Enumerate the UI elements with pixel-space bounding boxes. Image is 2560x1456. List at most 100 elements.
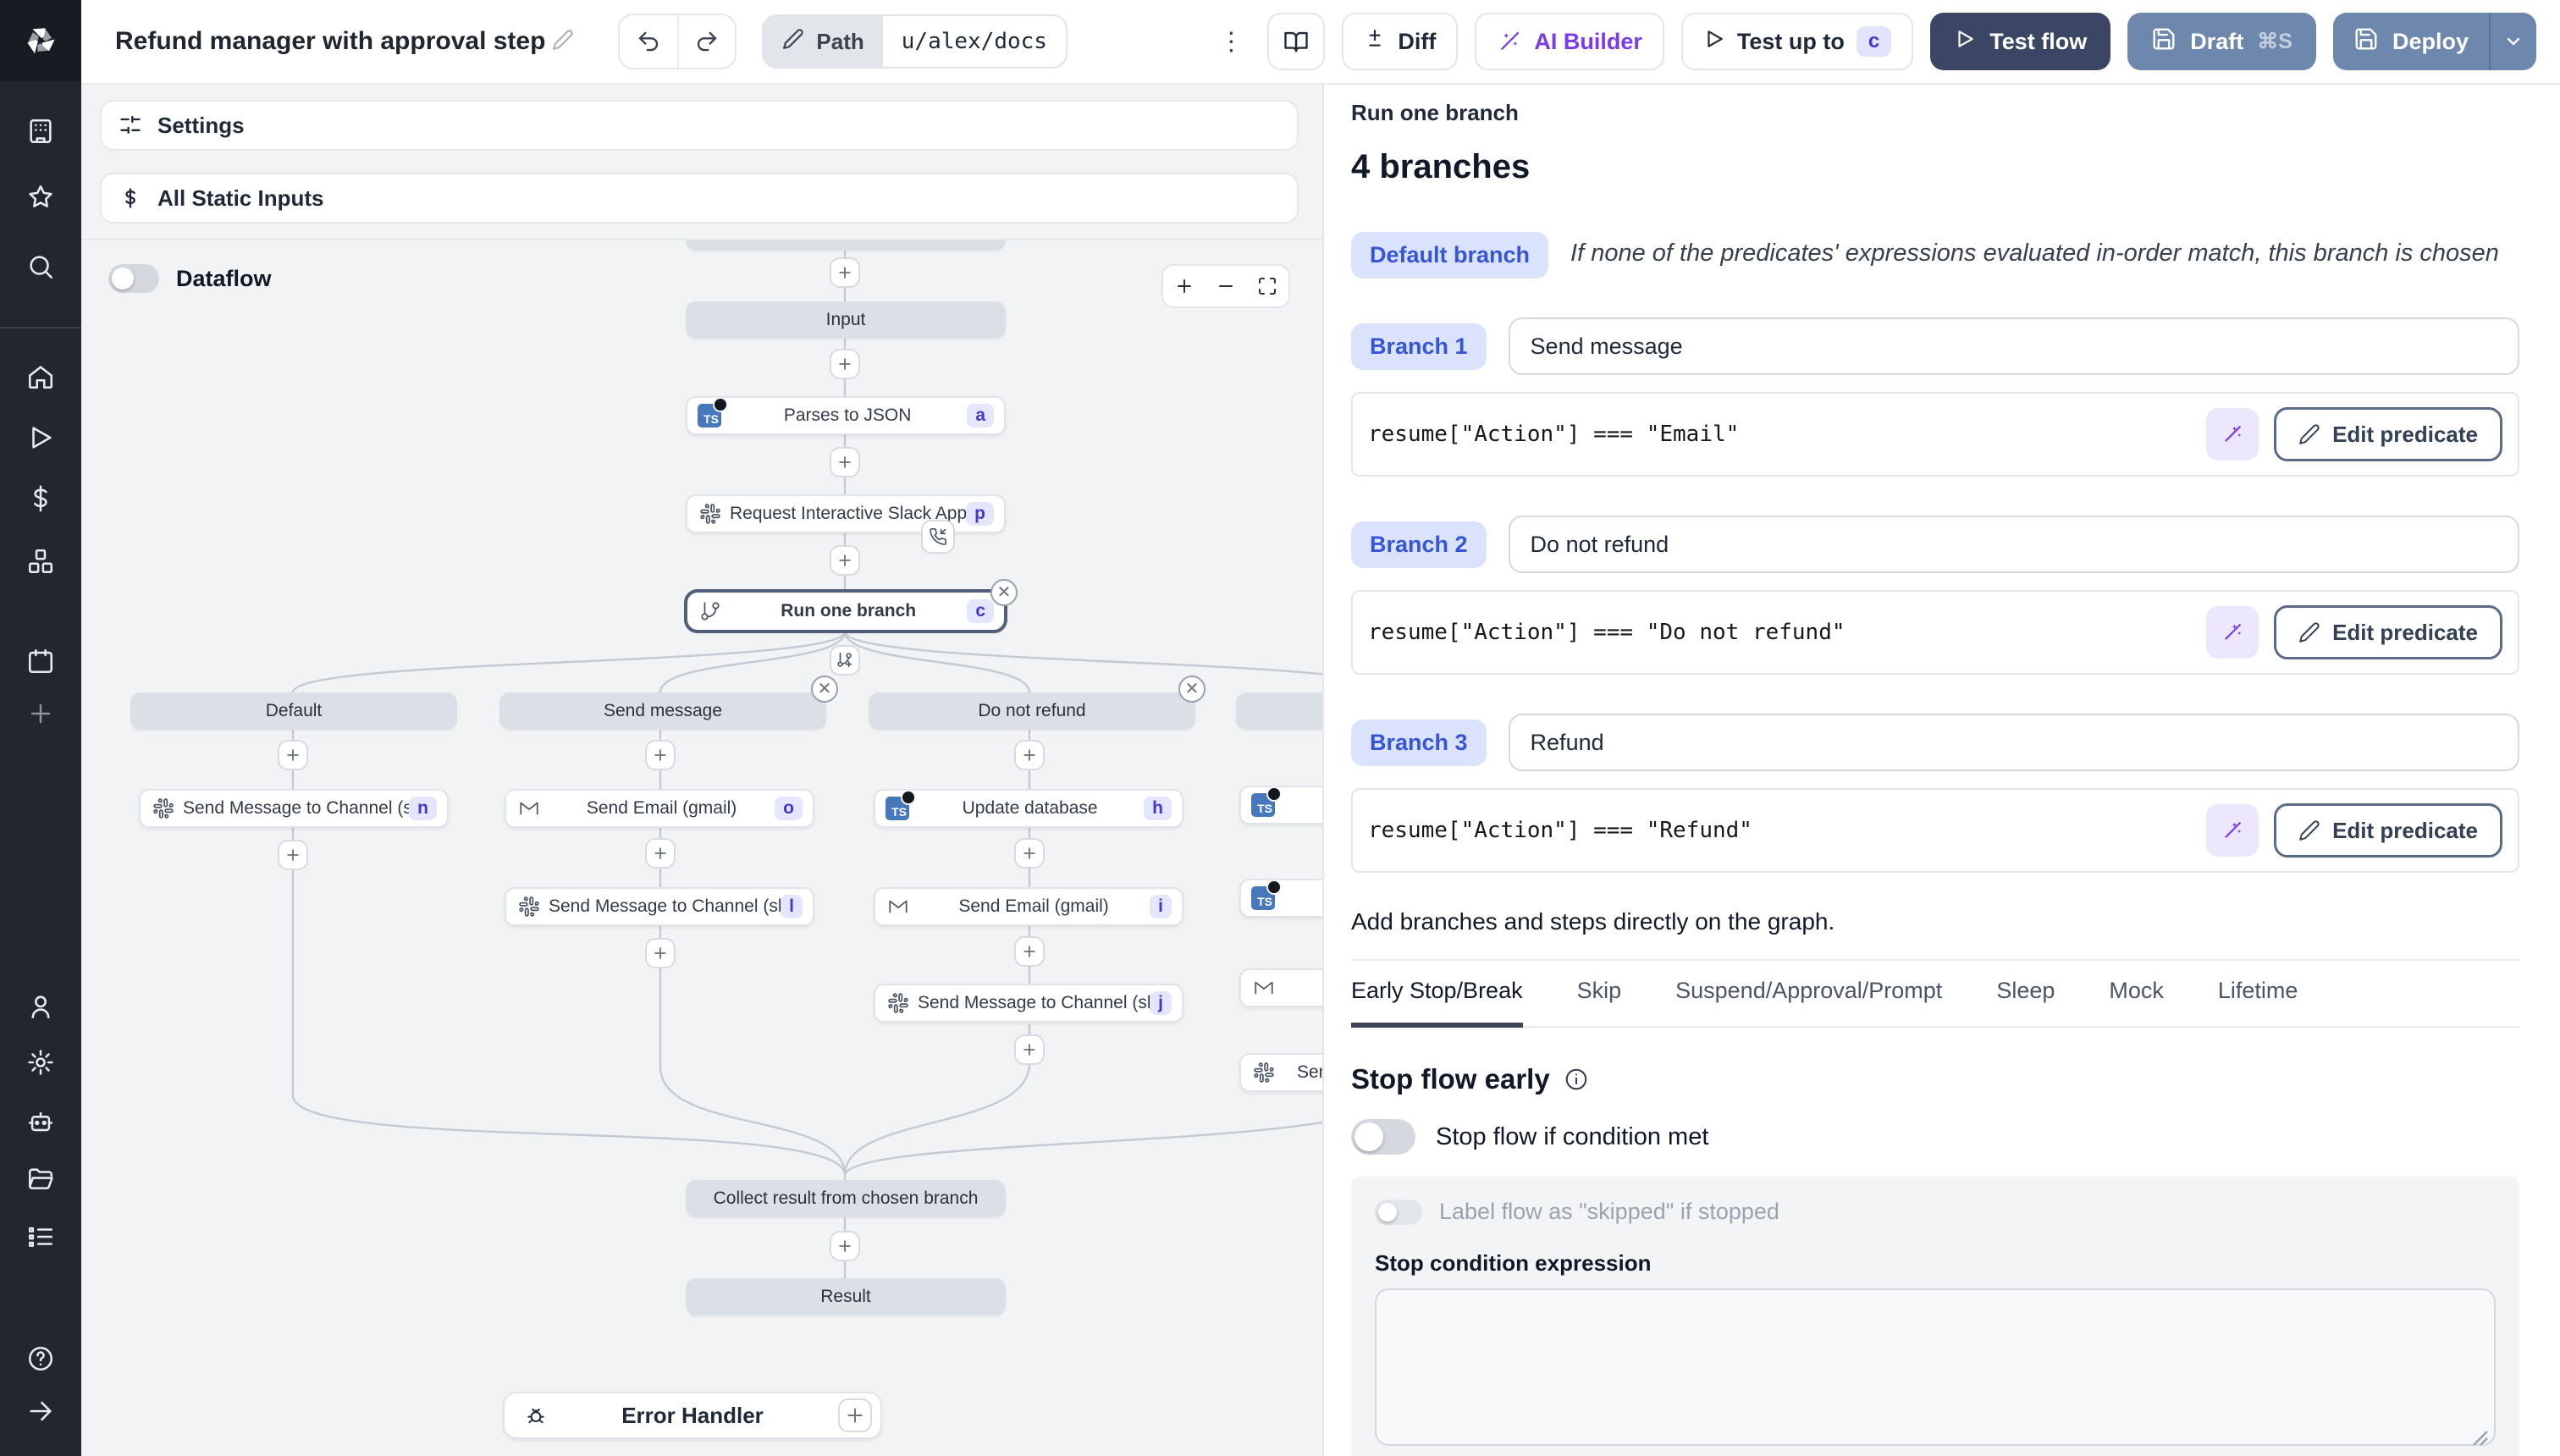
undo-button[interactable] — [620, 15, 678, 68]
error-handler-node[interactable]: Error Handler — [503, 1392, 882, 1439]
insert-step-plus[interactable] — [645, 740, 676, 770]
step-node-clipped[interactable] — [1239, 968, 1322, 1007]
search-icon[interactable] — [0, 252, 81, 281]
step-node-clipped[interactable]: TS — [1239, 786, 1322, 825]
diff-button[interactable]: Diff — [1342, 13, 1459, 70]
branch-header-send-message[interactable]: Send message — [499, 692, 826, 730]
workspace-icon[interactable] — [0, 117, 81, 146]
test-flow-button[interactable]: Test flow — [1930, 13, 2111, 70]
ai-predicate-wand-button[interactable] — [2206, 408, 2259, 461]
insert-step-plus[interactable] — [830, 545, 860, 576]
workers-bot-icon[interactable] — [0, 1107, 81, 1136]
edit-predicate-button[interactable]: Edit predicate — [2274, 803, 2502, 858]
variables-dollar-icon[interactable] — [0, 484, 81, 513]
label-skipped-toggle[interactable] — [1375, 1199, 1422, 1225]
help-icon[interactable] — [0, 1344, 81, 1373]
add-branch-icon[interactable] — [830, 645, 860, 676]
add-plus-icon[interactable] — [0, 699, 81, 728]
settings-accordion[interactable]: Settings — [100, 100, 1299, 151]
step-config-tabs: Early Stop/Break Skip Suspend/Approval/P… — [1351, 959, 2519, 1028]
clipped-top-node[interactable] — [686, 240, 1006, 251]
step-node-slack-approval[interactable]: Request Interactive Slack Approval (... … — [686, 494, 1006, 533]
step-node-parses-to-json[interactable]: TS Parses to JSON a — [686, 396, 1006, 435]
insert-step-plus[interactable] — [830, 447, 860, 477]
branch-1-summary-input[interactable]: Send message — [1508, 317, 2519, 375]
windmill-logo[interactable] — [0, 0, 81, 81]
settings-gear-icon[interactable] — [0, 1048, 81, 1077]
branch-header-clipped[interactable] — [1236, 692, 1322, 730]
favorites-star-icon[interactable] — [0, 183, 81, 212]
insert-step-plus[interactable] — [1014, 740, 1045, 770]
add-error-handler-plus[interactable] — [838, 1398, 872, 1432]
ai-predicate-wand-button[interactable] — [2206, 804, 2259, 857]
branch-3-summary-input[interactable]: Refund — [1508, 714, 2519, 771]
tab-suspend[interactable]: Suspend/Approval/Prompt — [1675, 961, 1942, 1026]
deploy-options-chevron-icon[interactable] — [2489, 13, 2536, 70]
tab-skip[interactable]: Skip — [1577, 961, 1622, 1026]
deploy-button[interactable]: Deploy — [2333, 13, 2489, 70]
tab-sleep[interactable]: Sleep — [1996, 961, 2055, 1026]
flow-title[interactable]: Refund manager with approval step — [115, 27, 545, 56]
insert-step-plus[interactable] — [1014, 1034, 1045, 1065]
git-branch-icon — [698, 598, 723, 624]
draft-button[interactable]: Draft ⌘S — [2127, 13, 2316, 70]
step-node-run-one-branch[interactable]: Run one branch c — [684, 589, 1007, 633]
resources-boxes-icon[interactable] — [0, 547, 81, 576]
delete-branch-button[interactable]: ✕ — [1178, 676, 1206, 703]
tab-lifetime[interactable]: Lifetime — [2218, 961, 2298, 1026]
step-node-update-database[interactable]: TS Update database h — [874, 789, 1183, 828]
insert-step-plus[interactable] — [830, 257, 860, 288]
users-icon[interactable] — [0, 992, 81, 1021]
collect-result-node[interactable]: Collect result from chosen branch — [686, 1180, 1006, 1217]
insert-step-plus[interactable] — [1014, 936, 1045, 967]
home-icon[interactable] — [0, 362, 81, 391]
dataflow-toggle[interactable] — [108, 264, 159, 293]
zoom-in-button[interactable] — [1163, 266, 1205, 306]
docs-book-button[interactable] — [1267, 13, 1326, 70]
branch-header-default[interactable]: Default — [130, 692, 457, 730]
delete-step-button[interactable]: ✕ — [990, 579, 1018, 606]
zoom-out-button[interactable] — [1205, 266, 1246, 306]
branch-2-summary-input[interactable]: Do not refund — [1508, 516, 2519, 573]
insert-step-plus[interactable] — [645, 838, 676, 869]
expand-arrow-icon[interactable] — [0, 1397, 81, 1426]
step-node-clipped[interactable]: Sen — [1239, 1053, 1322, 1092]
step-node-clipped[interactable]: TS — [1239, 879, 1322, 918]
insert-step-plus[interactable] — [278, 740, 308, 770]
runs-play-icon[interactable] — [0, 423, 81, 452]
ai-builder-button[interactable]: AI Builder — [1475, 13, 1664, 70]
schedules-calendar-icon[interactable] — [0, 647, 81, 676]
branch-header-do-not-refund[interactable]: Do not refund — [869, 692, 1195, 730]
tab-early-stop[interactable]: Early Stop/Break — [1351, 961, 1523, 1028]
delete-branch-button[interactable]: ✕ — [811, 676, 838, 703]
stop-expression-textarea[interactable] — [1377, 1290, 2494, 1444]
step-node-slack-l[interactable]: Send Message to Channel (slack) l — [505, 887, 814, 926]
redo-button[interactable] — [677, 15, 736, 68]
edit-title-pencil-icon[interactable] — [552, 26, 574, 58]
step-config-panel: Run one branch 4 branches Default branch… — [1322, 85, 2560, 1456]
more-menu-kebab-icon[interactable]: ⋮ — [1211, 27, 1250, 57]
input-node[interactable]: Input — [686, 301, 1006, 339]
step-id-badge: l — [781, 895, 803, 918]
step-node-gmail-o[interactable]: Send Email (gmail) o — [505, 789, 814, 828]
result-node[interactable]: Result — [686, 1278, 1006, 1315]
step-node-slack-n[interactable]: Send Message to Channel (slack) n — [139, 789, 449, 828]
step-node-slack-j[interactable]: Send Message to Channel (slack) j — [874, 984, 1183, 1023]
step-node-gmail-i[interactable]: Send Email (gmail) i — [874, 887, 1183, 926]
audit-list-icon[interactable] — [0, 1222, 81, 1251]
edit-predicate-button[interactable]: Edit predicate — [2274, 407, 2502, 461]
path-chip[interactable]: Path u/alex/docs — [762, 14, 1068, 69]
stop-flow-toggle[interactable] — [1351, 1119, 1415, 1155]
static-inputs-accordion[interactable]: All Static Inputs — [100, 173, 1299, 223]
ai-predicate-wand-button[interactable] — [2206, 606, 2259, 659]
test-up-to-button[interactable]: Test up to c — [1680, 13, 1914, 70]
insert-step-plus[interactable] — [830, 1231, 860, 1261]
insert-step-plus[interactable] — [645, 938, 676, 968]
insert-step-plus[interactable] — [1014, 838, 1045, 869]
insert-step-plus[interactable] — [278, 840, 308, 870]
folders-icon[interactable] — [0, 1165, 81, 1194]
fit-view-icon[interactable] — [1247, 266, 1288, 306]
tab-mock[interactable]: Mock — [2109, 961, 2164, 1026]
insert-step-plus[interactable] — [830, 349, 860, 379]
edit-predicate-button[interactable]: Edit predicate — [2274, 605, 2502, 659]
